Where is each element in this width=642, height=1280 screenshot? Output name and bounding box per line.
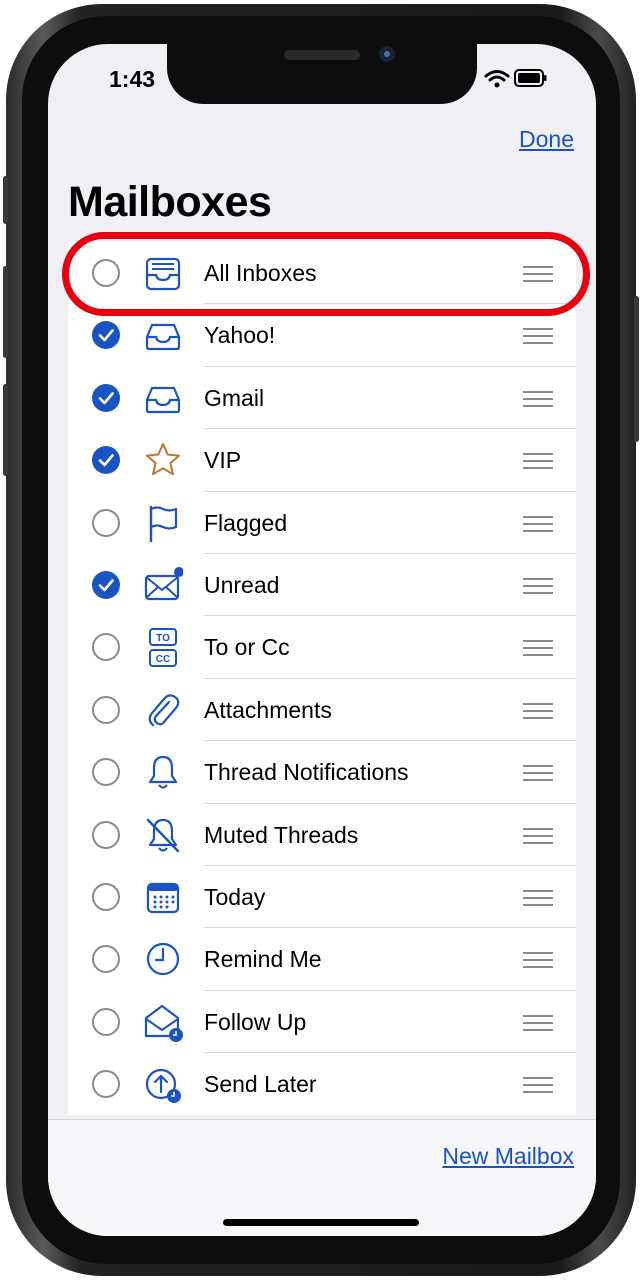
mailbox-row[interactable]: Thread Notifications — [68, 741, 576, 804]
mailbox-row[interactable]: Muted Threads — [68, 804, 576, 866]
front-camera — [379, 46, 395, 62]
battery-icon — [514, 69, 547, 87]
volume-down-button — [3, 384, 8, 476]
done-button[interactable]: Done — [519, 126, 574, 153]
mailbox-row[interactable]: Unread — [68, 554, 576, 617]
calendar-icon — [143, 877, 183, 917]
envelope-badge-icon — [143, 565, 184, 605]
checkmark-unselected-icon[interactable] — [92, 758, 120, 787]
mailbox-label: Remind Me — [204, 946, 322, 973]
mailbox-label: Muted Threads — [204, 821, 359, 848]
reorder-handle-icon[interactable] — [522, 1076, 554, 1094]
reorder-handle-icon[interactable] — [522, 764, 554, 782]
reorder-handle-icon[interactable] — [522, 327, 554, 345]
status-time: 1:43 — [109, 66, 156, 92]
mailbox-label: Flagged — [204, 509, 288, 536]
mailbox-row[interactable]: Send Later — [68, 1053, 576, 1115]
mailbox-label: Unread — [204, 571, 280, 598]
flag-icon — [143, 503, 183, 543]
reorder-handle-icon[interactable] — [522, 515, 554, 533]
bell-slash-icon — [143, 815, 183, 855]
tray-icon — [143, 378, 183, 418]
to-cc-icon: TO CC — [143, 627, 183, 668]
reorder-handle-icon[interactable] — [522, 889, 554, 907]
envelope-open-clock-icon — [143, 1002, 183, 1042]
volume-up-button — [3, 266, 8, 358]
reorder-handle-icon[interactable] — [522, 951, 554, 969]
checkmark-selected-icon[interactable] — [92, 446, 120, 475]
mailbox-list: All Inboxes Yahoo! Gmail VIP Flagged Unre… — [68, 242, 576, 1116]
checkmark-unselected-icon[interactable] — [92, 508, 120, 537]
svg-text:TO: TO — [156, 633, 170, 644]
reorder-handle-icon[interactable] — [522, 452, 554, 470]
mailbox-row[interactable]: Follow Up — [68, 991, 576, 1054]
checkmark-unselected-icon[interactable] — [92, 1007, 120, 1036]
arrow-clock-icon — [143, 1064, 183, 1104]
wifi-icon — [484, 70, 510, 88]
reorder-handle-icon[interactable] — [522, 390, 554, 408]
svg-text:CC: CC — [156, 654, 170, 665]
speaker — [284, 50, 360, 60]
mailbox-label: VIP — [204, 447, 242, 474]
checkmark-selected-icon[interactable] — [92, 321, 120, 350]
reorder-handle-icon[interactable] — [522, 827, 554, 845]
star-icon — [143, 440, 183, 480]
mailbox-label: Follow Up — [204, 1008, 307, 1035]
mailbox-row[interactable]: Today — [68, 866, 576, 929]
mailbox-row[interactable]: TO CC To or Cc — [68, 616, 576, 679]
reorder-handle-icon[interactable] — [522, 702, 554, 720]
mailbox-label: Thread Notifications — [204, 759, 409, 786]
mailbox-row[interactable]: Flagged — [68, 492, 576, 554]
home-indicator[interactable] — [223, 1219, 419, 1226]
mailbox-row[interactable]: Gmail — [68, 367, 576, 430]
screen: 1:43 Done Mailboxes All Inboxes Yahoo! G… — [48, 44, 596, 1236]
new-mailbox-button[interactable]: New Mailbox — [442, 1143, 574, 1170]
mailbox-label: Yahoo! — [204, 322, 276, 349]
mailbox-row[interactable]: Remind Me — [68, 928, 576, 991]
power-button — [634, 296, 639, 442]
checkmark-selected-icon[interactable] — [92, 570, 120, 599]
checkmark-unselected-icon[interactable] — [92, 633, 120, 662]
bell-icon — [143, 752, 183, 792]
checkmark-unselected-icon[interactable] — [92, 882, 120, 911]
mailbox-row[interactable]: Attachments — [68, 679, 576, 742]
mailbox-label: Send Later — [204, 1071, 317, 1098]
checkmark-unselected-icon[interactable] — [92, 1070, 120, 1099]
paperclip-icon — [143, 690, 183, 730]
reorder-handle-icon[interactable] — [522, 639, 554, 657]
action-button — [3, 176, 8, 224]
bottom-toolbar: New Mailbox — [48, 1119, 596, 1236]
reorder-handle-icon[interactable] — [522, 1014, 554, 1032]
mailbox-label: Today — [204, 883, 266, 910]
mailbox-label: Attachments — [204, 696, 332, 723]
checkmark-selected-icon[interactable] — [92, 383, 120, 412]
reorder-handle-icon[interactable] — [522, 577, 554, 595]
mailbox-label: Gmail — [204, 384, 265, 411]
clock-icon — [143, 939, 183, 979]
checkmark-unselected-icon[interactable] — [92, 945, 120, 974]
checkmark-unselected-icon[interactable] — [92, 820, 120, 849]
highlight-annotation — [62, 232, 590, 316]
page-title: Mailboxes — [68, 178, 272, 226]
mailbox-label: To or Cc — [204, 634, 290, 661]
notch — [167, 44, 477, 104]
checkmark-unselected-icon[interactable] — [92, 695, 120, 724]
tray-icon — [143, 315, 183, 355]
mailbox-row[interactable]: VIP — [68, 429, 576, 492]
